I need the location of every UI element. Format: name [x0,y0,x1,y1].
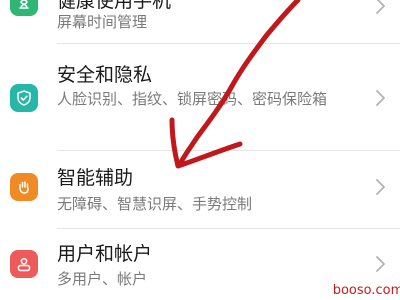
settings-item-title: 智能辅助 [57,167,134,189]
settings-item-title: 安全和隐私 [57,64,153,86]
settings-item-subtitle: 无障碍、智慧识屏、手势控制 [57,195,253,213]
chevron-right-icon [376,0,385,14]
site-watermark: booso.com [333,280,400,300]
settings-item-subtitle: 多用户、帐户 [57,270,148,288]
chevron-right-icon [376,179,385,195]
settings-item-title: 用户和帐户 [57,243,153,265]
hand-icon [10,173,38,201]
user-account-icon [10,250,38,278]
chevron-right-icon [376,90,385,106]
settings-item-subtitle: 人脸识别、指纹、锁屏密码、密码保险箱 [57,90,328,108]
settings-item-digital-balance[interactable]: 健康使用手机 屏幕时间管理 [0,0,400,43]
chevron-right-icon [376,256,385,272]
settings-list: 健康使用手机 屏幕时间管理 安全和隐私 人脸识别、指纹、锁屏密码、密码保险箱 智… [0,0,400,300]
settings-item-subtitle: 屏幕时间管理 [57,13,148,31]
settings-item-security-privacy[interactable]: 安全和隐私 人脸识别、指纹、锁屏密码、密码保险箱 [0,44,400,149]
hourglass-icon [10,0,38,16]
settings-item-smart-assistance[interactable]: 智能辅助 无障碍、智慧识屏、手势控制 [0,151,400,227]
shield-check-icon [10,84,38,112]
